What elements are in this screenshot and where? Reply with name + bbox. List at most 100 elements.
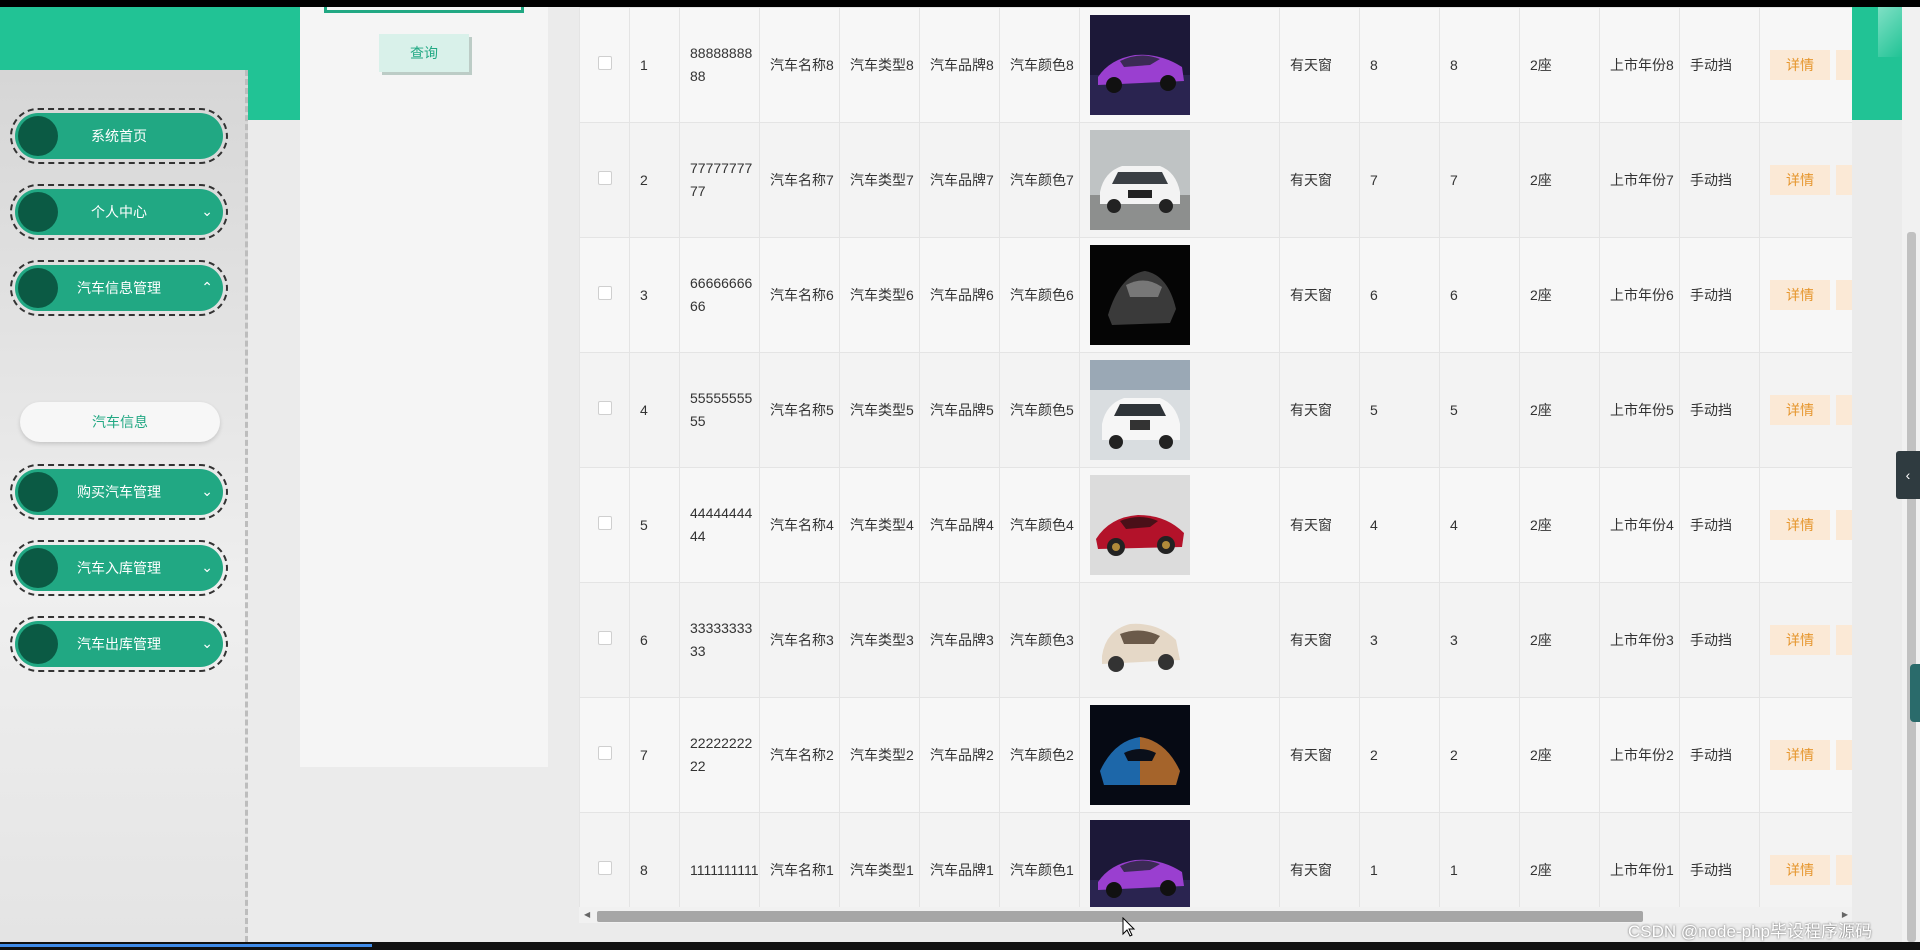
- sidebar-item-label: 系统首页: [91, 128, 147, 144]
- sidebar-item-label: 汽车信息管理: [77, 280, 161, 296]
- search-panel: 查询: [300, 7, 548, 767]
- cell-image: [1079, 697, 1280, 813]
- row-checkbox[interactable]: [597, 745, 612, 760]
- cell-value-1: 1: [1359, 812, 1440, 907]
- cell-year: 上市年份7: [1599, 122, 1680, 238]
- cell-image: [1079, 122, 1280, 238]
- car-table: 1 8888888888 汽车名称8 汽车类型8 汽车品牌8 汽车颜色8 有天窗 8 8 2座 上市…: [579, 7, 1852, 907]
- cell-seats: 2座: [1519, 467, 1600, 583]
- more-action-button[interactable]: [1836, 740, 1852, 770]
- detail-button[interactable]: 详情: [1770, 855, 1830, 885]
- scroll-left-icon[interactable]: ◀: [584, 910, 590, 919]
- cell-brand: 汽车品牌1: [919, 812, 1000, 907]
- car-image: [1090, 820, 1190, 907]
- row-checkbox[interactable]: [597, 170, 612, 185]
- cell-value-1: 8: [1359, 7, 1440, 123]
- cell-color: 汽车颜色6: [999, 237, 1080, 353]
- row-checkbox[interactable]: [597, 400, 612, 415]
- sidebar-item-profile[interactable]: 个人中心 ⌄: [10, 184, 228, 240]
- cell-code: 2222222222: [679, 697, 760, 813]
- detail-button[interactable]: 详情: [1770, 395, 1830, 425]
- detail-button[interactable]: 详情: [1770, 280, 1830, 310]
- cell-sunroof: 有天窗: [1279, 122, 1360, 238]
- query-button[interactable]: 查询: [379, 34, 469, 72]
- row-checkbox[interactable]: [597, 285, 612, 300]
- more-action-button[interactable]: [1836, 395, 1852, 425]
- sidebar-item-stock-out-management[interactable]: 汽车出库管理 ⌄: [10, 616, 228, 672]
- cell-image: [1079, 582, 1280, 698]
- cell-color: 汽车颜色2: [999, 697, 1080, 813]
- sidebar-item-home[interactable]: 系统首页: [10, 108, 228, 164]
- car-image: [1090, 360, 1190, 460]
- header-band-right: [1852, 7, 1902, 120]
- nav-pill: 个人中心 ⌄: [15, 189, 223, 235]
- cell-actions: 详情: [1759, 812, 1852, 907]
- more-action-button[interactable]: [1836, 165, 1852, 195]
- cell-name: 汽车名称8: [759, 7, 840, 123]
- detail-button[interactable]: 详情: [1770, 165, 1830, 195]
- search-input[interactable]: [324, 7, 524, 13]
- cell-index: 1: [629, 7, 680, 123]
- scrollbar-thumb[interactable]: [1907, 232, 1916, 942]
- cell-color: 汽车颜色5: [999, 352, 1080, 468]
- cell-type: 汽车类型8: [839, 7, 920, 123]
- cell-sunroof: 有天窗: [1279, 352, 1360, 468]
- cell-color: 汽车颜色7: [999, 122, 1080, 238]
- more-action-button[interactable]: [1836, 625, 1852, 655]
- cell-value-2: 8: [1439, 7, 1520, 123]
- chevron-down-icon: ⌄: [201, 483, 213, 499]
- cell-year: 上市年份1: [1599, 812, 1680, 907]
- cell-sunroof: 有天窗: [1279, 237, 1360, 353]
- row-checkbox[interactable]: [597, 55, 612, 70]
- cell-value-2: 2: [1439, 697, 1520, 813]
- more-action-button[interactable]: [1836, 510, 1852, 540]
- sidebar-item-car-info-management[interactable]: 汽车信息管理 ⌃: [10, 260, 228, 316]
- cell-type: 汽车类型4: [839, 467, 920, 583]
- car-image: [1090, 590, 1190, 690]
- cell-gear: 手动挡: [1679, 467, 1760, 583]
- cell-brand: 汽车品牌8: [919, 7, 1000, 123]
- row-checkbox[interactable]: [597, 630, 612, 645]
- table-row: 1 8888888888 汽车名称8 汽车类型8 汽车品牌8 汽车颜色8 有天窗 8 8 2座 上市…: [579, 7, 1852, 123]
- detail-button[interactable]: 详情: [1770, 740, 1830, 770]
- row-checkbox[interactable]: [597, 515, 612, 530]
- cell-color: 汽车颜色4: [999, 467, 1080, 583]
- chevron-down-icon: ⌄: [201, 203, 213, 219]
- sidebar: 系统首页 个人中心 ⌄ 汽车信息管理 ⌃ 汽车信息 购买汽车管理 ⌄ 汽车入库管理 ⌄ …: [0, 70, 248, 942]
- cell-gear: 手动挡: [1679, 122, 1760, 238]
- detail-button[interactable]: 详情: [1770, 510, 1830, 540]
- cell-gear: 手动挡: [1679, 812, 1760, 907]
- cell-name: 汽车名称7: [759, 122, 840, 238]
- table-row: 4 5555555555 汽车名称5 汽车类型5 汽车品牌5 汽车颜色5 有天窗 5 5 2座 上市…: [579, 352, 1852, 468]
- side-handle[interactable]: [1910, 664, 1920, 722]
- cell-brand: 汽车品牌5: [919, 352, 1000, 468]
- more-action-button[interactable]: [1836, 855, 1852, 885]
- chevron-up-icon: ⌃: [201, 279, 213, 295]
- row-checkbox-cell: [579, 122, 630, 238]
- sidebar-item-stock-in-management[interactable]: 汽车入库管理 ⌄: [10, 540, 228, 596]
- cell-name: 汽车名称4: [759, 467, 840, 583]
- detail-button[interactable]: 详情: [1770, 50, 1830, 80]
- table-row: 2 7777777777 汽车名称7 汽车类型7 汽车品牌7 汽车颜色7 有天窗 7 7 2座 上市…: [579, 122, 1852, 238]
- detail-button[interactable]: 详情: [1770, 625, 1830, 655]
- cell-value-1: 3: [1359, 582, 1440, 698]
- row-checkbox-cell: [579, 582, 630, 698]
- chevron-down-icon: ⌄: [201, 635, 213, 651]
- chevron-down-icon: ⌄: [201, 559, 213, 575]
- cell-index: 4: [629, 352, 680, 468]
- more-action-button[interactable]: [1836, 280, 1852, 310]
- row-checkbox-cell: [579, 697, 630, 813]
- scrollbar-thumb[interactable]: [597, 911, 1643, 922]
- nav-pill: 汽车出库管理 ⌄: [15, 621, 223, 667]
- row-checkbox[interactable]: [597, 860, 612, 875]
- cell-index: 6: [629, 582, 680, 698]
- cell-code: 1111111111: [679, 812, 760, 907]
- top-strip: [0, 0, 1920, 7]
- cell-index: 3: [629, 237, 680, 353]
- sidebar-subitem-car-info[interactable]: 汽车信息: [20, 402, 220, 442]
- cell-sunroof: 有天窗: [1279, 697, 1360, 813]
- cell-color: 汽车颜色1: [999, 812, 1080, 907]
- chevron-left-icon[interactable]: ‹: [1896, 451, 1920, 499]
- more-action-button[interactable]: [1836, 50, 1852, 80]
- sidebar-item-purchase-management[interactable]: 购买汽车管理 ⌄: [10, 464, 228, 520]
